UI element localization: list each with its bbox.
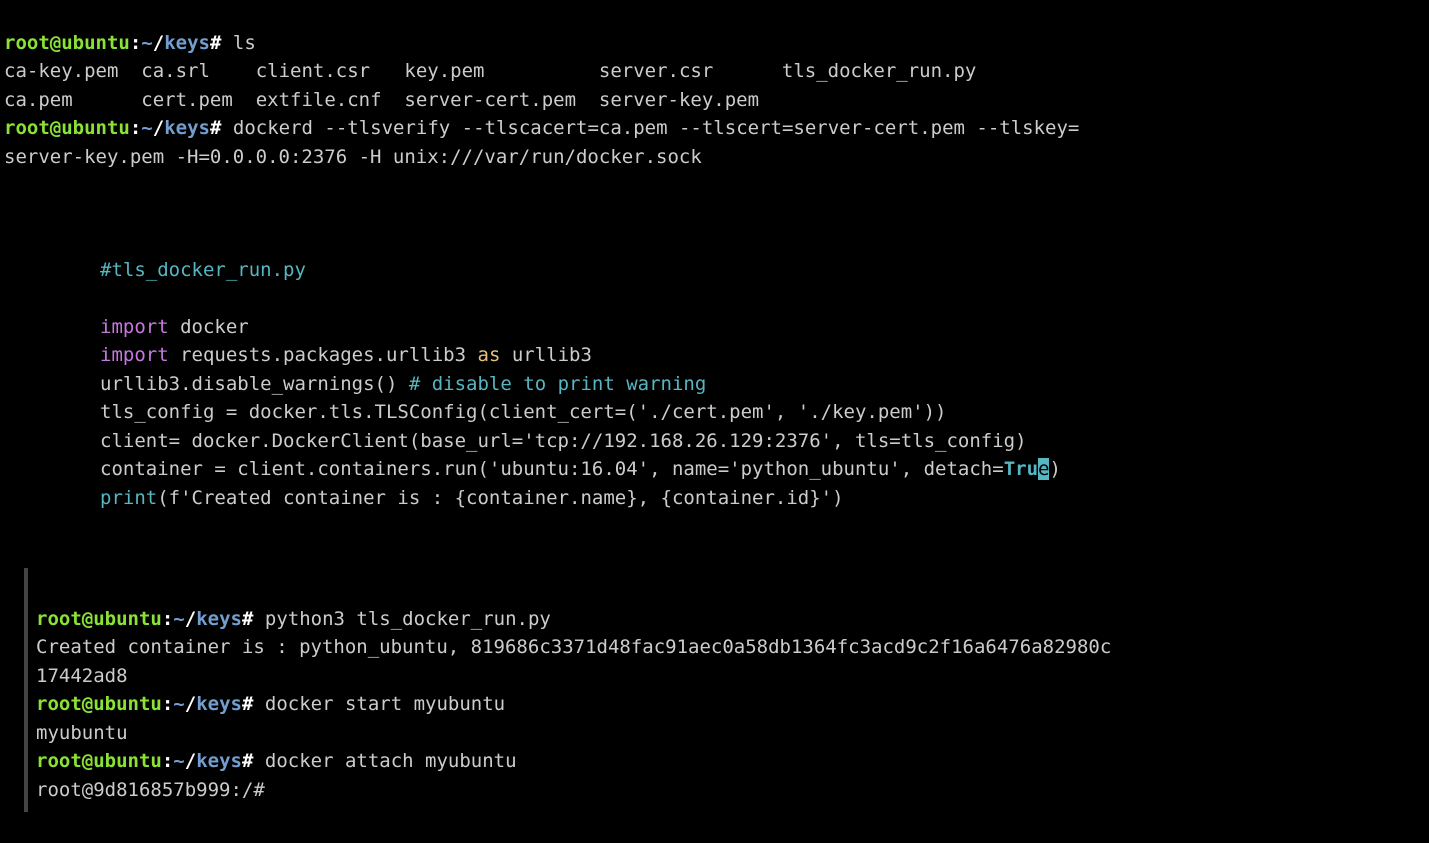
cursor: e — [1038, 458, 1049, 480]
file: server-key.pem — [599, 89, 759, 111]
prompt-hash: # — [242, 693, 253, 715]
cmd-dockerd-line2: server-key.pem -H=0.0.0.0:2376 -H unix:/… — [4, 146, 702, 168]
prompt-hash: # — [242, 608, 253, 630]
code-block: #tls_docker_run.py import docker import … — [0, 227, 1429, 512]
output-line: root@9d816857b999:/# — [36, 779, 265, 801]
prompt-user: root@ubuntu — [36, 750, 162, 772]
kw-print: print — [100, 487, 157, 509]
code-text: urllib3 — [500, 344, 592, 366]
code-text: requests.packages.urllib3 — [169, 344, 478, 366]
file: server-cert.pem — [404, 89, 576, 111]
cmd-python: python3 tls_docker_run.py — [265, 608, 551, 630]
prompt-sep: : — [162, 750, 173, 772]
terminal-block-1[interactable]: root@ubuntu:~/keys# ls ca-key.pem ca.srl… — [0, 0, 1429, 171]
output-line: Created container is : python_ubuntu, 81… — [36, 636, 1111, 658]
prompt-slash: / — [153, 32, 164, 54]
prompt-dir: keys — [164, 117, 210, 139]
prompt-dir: keys — [196, 608, 242, 630]
output-line: 17442ad8 — [36, 665, 128, 687]
code-comment-filename: #tls_docker_run.py — [100, 259, 306, 281]
cmd-ls: ls — [233, 32, 256, 54]
kw-as: as — [478, 344, 501, 366]
terminal-block-2[interactable]: root@ubuntu:~/keys# python3 tls_docker_r… — [24, 568, 1429, 812]
kw-import: import — [100, 344, 169, 366]
file: ca.srl — [141, 60, 210, 82]
prompt-user: root@ubuntu — [4, 117, 130, 139]
prompt-slash: / — [185, 750, 196, 772]
file: ca-key.pem — [4, 60, 118, 82]
prompt-sep: : — [162, 608, 173, 630]
code-text: docker — [169, 316, 249, 338]
prompt-slash: / — [153, 117, 164, 139]
prompt-dir: keys — [196, 750, 242, 772]
file: ca.pem — [4, 89, 73, 111]
code-text: urllib3.disable_warnings() — [100, 373, 409, 395]
prompt-hash: # — [242, 750, 253, 772]
kw-true: Tru — [1004, 458, 1038, 480]
prompt-slash: / — [185, 693, 196, 715]
prompt-user: root@ubuntu — [36, 693, 162, 715]
prompt-dir: keys — [196, 693, 242, 715]
prompt-hash: # — [210, 117, 221, 139]
prompt-hash: # — [210, 32, 221, 54]
code-text: tls_config = docker.tls.TLSConfig(client… — [100, 401, 946, 423]
file: key.pem — [404, 60, 484, 82]
code-text: (f'Created container is : {container.nam… — [157, 487, 843, 509]
code-text: ) — [1049, 458, 1060, 480]
prompt-tilde: ~ — [141, 117, 152, 139]
prompt-tilde: ~ — [173, 750, 184, 772]
prompt-tilde: ~ — [173, 608, 184, 630]
prompt-user: root@ubuntu — [4, 32, 130, 54]
file: extfile.cnf — [256, 89, 382, 111]
output-line: myubuntu — [36, 722, 128, 744]
prompt-tilde: ~ — [173, 693, 184, 715]
prompt-tilde: ~ — [141, 32, 152, 54]
prompt-slash: / — [185, 608, 196, 630]
code-comment: # disable to print warning — [409, 373, 706, 395]
cmd-docker-attach: docker attach myubuntu — [265, 750, 517, 772]
file: tls_docker_run.py — [782, 60, 976, 82]
file: client.csr — [256, 60, 370, 82]
cmd-dockerd-line1: dockerd --tlsverify --tlscacert=ca.pem -… — [233, 117, 1079, 139]
file: server.csr — [599, 60, 713, 82]
prompt-dir: keys — [164, 32, 210, 54]
prompt-sep: : — [162, 693, 173, 715]
code-text: client= docker.DockerClient(base_url='tc… — [100, 430, 1027, 452]
kw-import: import — [100, 316, 169, 338]
prompt-user: root@ubuntu — [36, 608, 162, 630]
file: cert.pem — [141, 89, 233, 111]
prompt-sep: : — [130, 117, 141, 139]
code-text: container = client.containers.run('ubunt… — [100, 458, 1004, 480]
cmd-docker-start: docker start myubuntu — [265, 693, 505, 715]
prompt-sep: : — [130, 32, 141, 54]
